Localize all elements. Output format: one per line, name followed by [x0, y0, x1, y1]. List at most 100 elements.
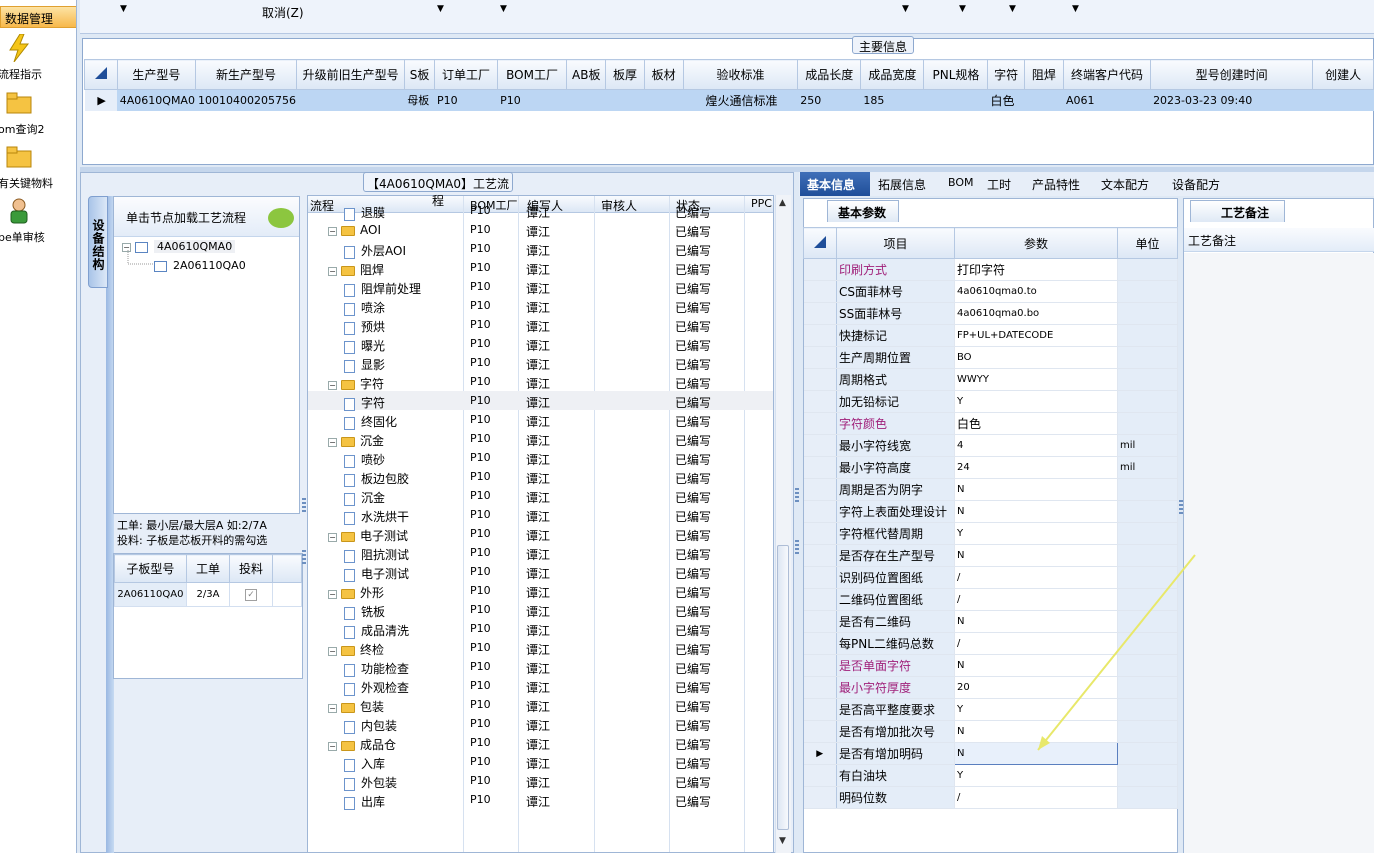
column-header[interactable]: 订单工厂: [433, 59, 499, 90]
column-header[interactable]: BOM工厂: [497, 59, 568, 90]
process-name-cell[interactable]: − 电子测试: [328, 527, 408, 544]
process-name-cell[interactable]: − 沉金: [328, 432, 384, 449]
process-writer-cell[interactable]: 谭江: [526, 470, 550, 487]
dropdown-arrow-icon[interactable]: ▼: [120, 4, 127, 14]
process-name-cell[interactable]: 板边包胶: [344, 470, 409, 487]
process-bom-cell[interactable]: P10: [470, 337, 491, 350]
column-header[interactable]: 生产型号: [116, 59, 196, 90]
process-bom-cell[interactable]: P10: [470, 679, 491, 692]
dropdown-arrow-icon[interactable]: ▼: [902, 4, 909, 14]
tab-extended-info[interactable]: 拓展信息: [878, 176, 926, 193]
process-bom-cell[interactable]: P10: [470, 527, 491, 540]
process-status-cell[interactable]: 已编写: [675, 261, 711, 278]
column-header[interactable]: PNL规格: [923, 59, 989, 90]
param-value[interactable]: 4a0610qma0.bo: [954, 302, 1118, 325]
process-bom-cell[interactable]: P10: [470, 223, 491, 236]
process-row[interactable]: 电子测试 P10 谭江 已编写: [308, 562, 773, 582]
process-row[interactable]: − AOI P10 谭江 已编写: [308, 220, 773, 239]
cancel-button[interactable]: 取消(Z): [262, 4, 304, 21]
column-header[interactable]: 字符: [987, 59, 1025, 90]
collapse-icon[interactable]: −: [328, 380, 337, 390]
note-textarea[interactable]: [1184, 253, 1374, 853]
column-header[interactable]: 项目: [836, 227, 955, 259]
process-name-cell[interactable]: 成品清洗: [344, 622, 409, 639]
process-row[interactable]: 终固化 P10 谭江 已编写: [308, 410, 773, 430]
column-header[interactable]: 成品宽度: [860, 59, 925, 90]
process-bom-cell[interactable]: P10: [470, 204, 491, 217]
param-value[interactable]: 4a0610qma0.to: [954, 280, 1118, 303]
collapse-icon[interactable]: −: [328, 703, 337, 713]
table-cell[interactable]: 4A0610QMA0: [117, 89, 196, 111]
table-cell[interactable]: [605, 89, 645, 111]
process-bom-cell[interactable]: P10: [470, 375, 491, 388]
process-name-cell[interactable]: − 字符: [328, 375, 384, 392]
scroll-thumb[interactable]: [777, 545, 789, 830]
process-row[interactable]: 板边包胶 P10 谭江 已编写: [308, 467, 773, 487]
process-row[interactable]: − 外形 P10 谭江 已编写: [308, 581, 773, 601]
process-writer-cell[interactable]: 谭江: [526, 603, 550, 620]
dropdown-arrow-icon[interactable]: ▼: [1009, 4, 1016, 14]
process-writer-cell[interactable]: 谭江: [526, 565, 550, 582]
process-bom-cell[interactable]: P10: [470, 660, 491, 673]
collapse-icon[interactable]: −: [328, 226, 337, 236]
process-name-cell[interactable]: 显影: [344, 356, 385, 373]
process-name-cell[interactable]: 沉金: [344, 489, 385, 506]
column-header[interactable]: 板材: [643, 59, 684, 90]
table-cell[interactable]: 2A06110QA0: [114, 582, 187, 607]
column-header[interactable]: AB板: [566, 59, 607, 90]
param-value[interactable]: WWYY: [954, 368, 1118, 391]
process-bom-cell[interactable]: P10: [470, 489, 491, 502]
param-row[interactable]: 最小字符线宽 4 mil: [803, 434, 1178, 457]
param-row[interactable]: 最小字符高度 24 mil: [803, 456, 1178, 479]
process-writer-cell[interactable]: 谭江: [526, 356, 550, 373]
table-cell[interactable]: 2/3A: [185, 582, 231, 607]
process-status-cell[interactable]: 已编写: [675, 242, 711, 259]
param-row[interactable]: 快捷标记 FP+UL+DATECODE: [803, 324, 1178, 347]
process-writer-cell[interactable]: 谭江: [526, 736, 550, 753]
tree-node-child[interactable]: 2A06110QA0: [154, 259, 246, 272]
process-row[interactable]: − 终检 P10 谭江 已编写: [308, 638, 773, 657]
process-status-cell[interactable]: 已编写: [675, 584, 711, 601]
param-row[interactable]: CS面菲林号 4a0610qma0.to: [803, 280, 1178, 303]
process-writer-cell[interactable]: 谭江: [526, 679, 550, 696]
process-name-cell[interactable]: 终固化: [344, 413, 397, 430]
collapse-icon[interactable]: −: [328, 741, 337, 751]
tab-equipment-structure[interactable]: 设备结构: [88, 196, 108, 288]
process-status-cell[interactable]: 已编写: [675, 413, 711, 430]
process-row[interactable]: 外层AOI P10 谭江 已编写: [308, 239, 773, 259]
param-row[interactable]: 字符上表面处理设计 N: [803, 500, 1178, 523]
tab-basic-params[interactable]: 基本参数: [827, 200, 899, 222]
process-name-cell[interactable]: 外层AOI: [344, 242, 406, 259]
param-value[interactable]: N: [954, 478, 1118, 501]
process-bom-cell[interactable]: P10: [470, 717, 491, 730]
collapse-icon[interactable]: −: [328, 532, 337, 542]
process-status-cell[interactable]: 已编写: [675, 299, 711, 316]
process-status-cell[interactable]: 已编写: [675, 394, 711, 411]
process-name-cell[interactable]: 字符: [344, 394, 385, 411]
scroll-up-icon[interactable]: ▲: [779, 198, 786, 208]
table-cell[interactable]: 白色: [987, 89, 1025, 111]
process-status-cell[interactable]: 已编写: [675, 432, 711, 449]
collapse-icon[interactable]: −: [328, 646, 337, 656]
param-row[interactable]: 字符框代替周期 Y: [803, 522, 1178, 545]
process-bom-cell[interactable]: P10: [470, 755, 491, 768]
process-writer-cell[interactable]: 谭江: [526, 337, 550, 354]
feed-checkbox[interactable]: ✓: [229, 582, 273, 607]
table-cell[interactable]: 母板: [404, 89, 435, 111]
tab-process-note[interactable]: 工艺备注: [1190, 200, 1285, 222]
tab-text-recipe[interactable]: 文本配方: [1101, 176, 1149, 193]
process-writer-cell[interactable]: 谭江: [526, 698, 550, 715]
process-status-cell[interactable]: 已编写: [675, 793, 711, 810]
process-row[interactable]: 内包装 P10 谭江 已编写: [308, 714, 773, 734]
process-status-cell[interactable]: 已编写: [675, 527, 711, 544]
process-writer-cell[interactable]: 谭江: [526, 432, 550, 449]
process-bom-cell[interactable]: P10: [470, 299, 491, 312]
process-bom-cell[interactable]: P10: [470, 470, 491, 483]
param-row[interactable]: SS面菲林号 4a0610qma0.bo: [803, 302, 1178, 325]
dropdown-arrow-icon[interactable]: ▼: [1072, 4, 1079, 14]
table-cell[interactable]: P10: [497, 89, 568, 111]
process-row[interactable]: − 成品仓 P10 谭江 已编写: [308, 733, 773, 753]
process-bom-cell[interactable]: P10: [470, 565, 491, 578]
param-value[interactable]: Y: [954, 390, 1118, 413]
column-header[interactable]: 参数: [954, 227, 1118, 259]
